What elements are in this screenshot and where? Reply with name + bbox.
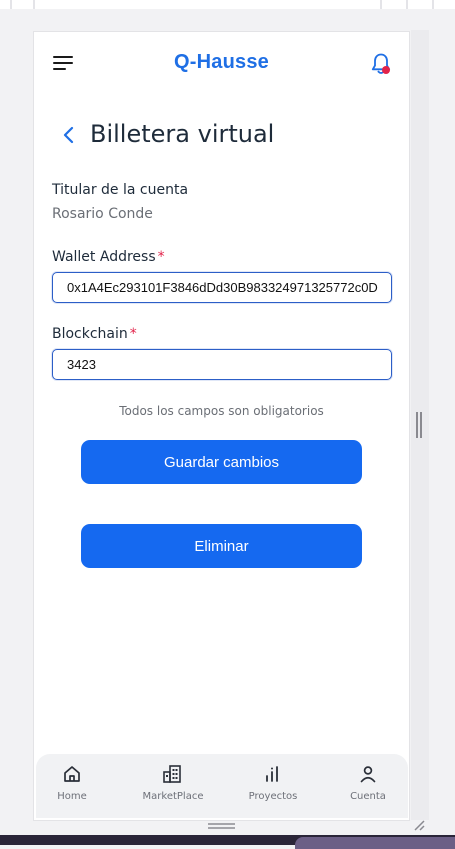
notification-dot [382, 66, 390, 74]
nav-item-cuenta[interactable]: Cuenta [328, 764, 408, 814]
nav-label-marketplace: MarketPlace [142, 791, 204, 802]
vertical-resize-handle[interactable] [416, 412, 422, 438]
horizontal-resize-handle[interactable] [208, 823, 235, 829]
back-chevron-icon[interactable] [62, 126, 76, 144]
account-holder-label: Titular de la cuenta [52, 182, 189, 198]
mobile-viewport: Q-Hausse Billetera virtual Titular de la… [33, 31, 410, 821]
wallet-address-input[interactable] [52, 272, 392, 303]
account-holder-value: Rosario Conde [52, 206, 153, 222]
taskbar-pill [295, 837, 455, 849]
wallet-address-label: Wallet Address * [52, 249, 165, 265]
nav-label-home: Home [57, 791, 87, 802]
blockchain-input[interactable] [52, 349, 392, 380]
nav-label-proyectos: Proyectos [248, 791, 298, 802]
browser-ruler [0, 0, 455, 9]
required-fields-hint: Todos los campos son obligatorios [119, 404, 324, 418]
wallet-address-label-text: Wallet Address [52, 249, 156, 265]
user-icon [360, 766, 376, 783]
required-mark: * [157, 249, 165, 265]
notification-bell-icon[interactable] [370, 52, 392, 76]
buildings-icon [163, 765, 181, 783]
nav-item-home[interactable]: Home [34, 764, 112, 814]
blockchain-label-text: Blockchain [52, 326, 128, 342]
nav-item-proyectos[interactable]: Proyectos [233, 764, 313, 814]
corner-resize-icon[interactable] [412, 818, 426, 832]
app-header: Q-Hausse [34, 32, 409, 94]
home-icon [64, 766, 80, 782]
os-taskbar [0, 835, 455, 849]
bar-chart-icon [266, 766, 278, 782]
brand-title[interactable]: Q-Hausse [34, 51, 409, 74]
nav-label-cuenta: Cuenta [350, 791, 386, 802]
save-changes-button[interactable]: Guardar cambios [81, 440, 362, 484]
page-heading: Billetera virtual [62, 120, 382, 150]
nav-item-marketplace[interactable]: MarketPlace [133, 764, 213, 814]
required-mark: * [129, 326, 137, 342]
bottom-navigation: Home MarketPlace Proyectos Cuenta [36, 754, 408, 818]
delete-button[interactable]: Eliminar [81, 524, 362, 568]
blockchain-label: Blockchain * [52, 326, 137, 342]
page-title: Billetera virtual [90, 120, 275, 148]
